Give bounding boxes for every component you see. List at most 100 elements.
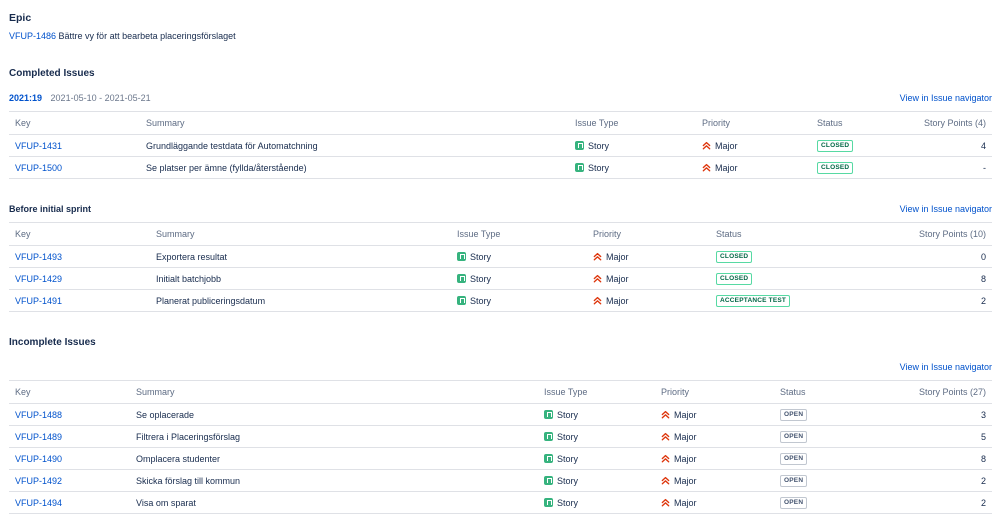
cell-issue-type: Story [569, 156, 696, 179]
table-row[interactable]: VFUP-1488 Se oplacerade Story Major OPEN 3 [9, 403, 992, 426]
incomplete-issue-navigator-link[interactable]: View in Issue navigator [900, 362, 992, 372]
priority-major-icon [661, 432, 670, 440]
cell-summary: Initialt batchjobb [150, 267, 451, 290]
cell-key: VFUP-1490 [9, 447, 130, 470]
cell-story-points: 0 [820, 245, 992, 268]
epic-key-link[interactable]: VFUP-1486 [9, 31, 56, 41]
column-header-summary[interactable]: Summary [150, 222, 451, 246]
priority-label: Major [606, 273, 629, 284]
completed-issue-navigator-link[interactable]: View in Issue navigator [900, 93, 992, 103]
column-header-priority[interactable]: Priority [655, 380, 774, 404]
issue-key-link[interactable]: VFUP-1500 [15, 163, 62, 173]
story-icon [544, 409, 553, 419]
cell-status: OPEN [774, 469, 885, 492]
cell-status: CLOSED [710, 245, 820, 268]
cell-key: VFUP-1429 [9, 267, 150, 290]
epic-line: VFUP-1486 Bättre vy för att bearbeta pla… [9, 31, 236, 41]
priority-major-icon [661, 476, 670, 484]
table-row[interactable]: VFUP-1500 Se platser per ämne (fyllda/åte… [9, 156, 992, 179]
cell-key: VFUP-1500 [9, 156, 140, 179]
issue-key-link[interactable]: VFUP-1493 [15, 252, 62, 262]
issue-key-link[interactable]: VFUP-1488 [15, 410, 62, 420]
cell-key: VFUP-1493 [9, 245, 150, 268]
cell-story-points: 2 [820, 289, 992, 312]
column-header-status[interactable]: Status [710, 222, 820, 246]
priority-label: Major [715, 162, 738, 173]
table-header-row: Key Summary Issue Type Priority Status Story … [9, 222, 992, 246]
cell-key: VFUP-1489 [9, 425, 130, 448]
before-sprint-issue-navigator-link[interactable]: View in Issue navigator [900, 204, 992, 214]
column-header-key[interactable]: Key [9, 222, 150, 246]
story-icon [544, 497, 553, 507]
column-header-type[interactable]: Issue Type [569, 111, 696, 135]
column-header-summary[interactable]: Summary [130, 380, 538, 404]
cell-story-points: 3 [885, 403, 992, 426]
column-header-points[interactable]: Story Points (4) [906, 111, 992, 135]
priority-label: Major [715, 140, 738, 151]
table-row[interactable]: VFUP-1490 Omplacera studenter Story Major OP… [9, 447, 992, 470]
issue-type-label: Story [588, 162, 610, 173]
priority-major-icon [593, 274, 602, 282]
story-icon [544, 453, 553, 463]
cell-priority: Major [655, 491, 774, 514]
table-row[interactable]: VFUP-1492 Skicka förslag till kommun Story… [9, 469, 992, 492]
epic-summary: Bättre vy för att bearbeta placeringsför… [58, 31, 236, 41]
issue-key-link[interactable]: VFUP-1491 [15, 296, 62, 306]
cell-issue-type: Story [538, 425, 655, 448]
table-row[interactable]: VFUP-1429 Initialt batchjobb Story Major CLO… [9, 267, 992, 290]
column-header-points[interactable]: Story Points (27) [885, 380, 992, 404]
issue-key-link[interactable]: VFUP-1429 [15, 274, 62, 284]
cell-summary: Skicka förslag till kommun [130, 469, 538, 492]
cell-status: OPEN [774, 491, 885, 514]
cell-priority: Major [587, 245, 710, 268]
cell-summary: Omplacera studenter [130, 447, 538, 470]
issue-key-link[interactable]: VFUP-1431 [15, 141, 62, 151]
priority-major-icon [661, 498, 670, 506]
cell-issue-type: Story [451, 245, 587, 268]
table-row[interactable]: VFUP-1431 Grundläggande testdata för Auto… [9, 134, 992, 157]
column-header-points[interactable]: Story Points (10) [820, 222, 992, 246]
issue-key-link[interactable]: VFUP-1489 [15, 432, 62, 442]
column-header-type[interactable]: Issue Type [451, 222, 587, 246]
issue-type-label: Story [557, 431, 579, 442]
status-badge: CLOSED [817, 140, 854, 152]
cell-summary: Planerat publiceringsdatum [150, 289, 451, 312]
cell-priority: Major [655, 403, 774, 426]
status-badge: CLOSED [817, 162, 854, 174]
epic-heading: Epic [9, 12, 32, 24]
column-header-key[interactable]: Key [9, 111, 140, 135]
table-row[interactable]: VFUP-1489 Filtrera i Placeringsförslag Sto… [9, 425, 992, 448]
column-header-priority[interactable]: Priority [696, 111, 811, 135]
story-icon [457, 251, 466, 261]
priority-label: Major [606, 251, 629, 262]
sprint-id[interactable]: 2021:19 [9, 93, 42, 103]
priority-major-icon [702, 141, 711, 149]
table-header-row: Key Summary Issue Type Priority Status Story … [9, 111, 992, 135]
column-header-type[interactable]: Issue Type [538, 380, 655, 404]
cell-priority: Major [696, 156, 811, 179]
issue-type-label: Story [557, 497, 579, 508]
cell-issue-type: Story [451, 289, 587, 312]
priority-label: Major [674, 453, 697, 464]
column-header-status[interactable]: Status [774, 380, 885, 404]
issue-key-link[interactable]: VFUP-1490 [15, 454, 62, 464]
cell-summary: Exportera resultat [150, 245, 451, 268]
issue-key-link[interactable]: VFUP-1492 [15, 476, 62, 486]
status-badge: OPEN [780, 497, 808, 509]
cell-summary: Filtrera i Placeringsförslag [130, 425, 538, 448]
cell-issue-type: Story [569, 134, 696, 157]
issue-key-link[interactable]: VFUP-1494 [15, 498, 62, 508]
cell-story-points: 4 [906, 134, 992, 157]
cell-status: OPEN [774, 447, 885, 470]
table-row[interactable]: VFUP-1491 Planerat publiceringsdatum Story… [9, 289, 992, 312]
story-icon [457, 295, 466, 305]
column-header-status[interactable]: Status [811, 111, 906, 135]
priority-major-icon [661, 410, 670, 418]
column-header-key[interactable]: Key [9, 380, 130, 404]
story-icon [575, 162, 584, 172]
column-header-summary[interactable]: Summary [140, 111, 569, 135]
column-header-priority[interactable]: Priority [587, 222, 710, 246]
table-row[interactable]: VFUP-1493 Exportera resultat Story Major CLO… [9, 245, 992, 268]
table-row[interactable]: VFUP-1494 Visa om sparat Story Major OPEN 2 [9, 491, 992, 514]
priority-major-icon [702, 163, 711, 171]
